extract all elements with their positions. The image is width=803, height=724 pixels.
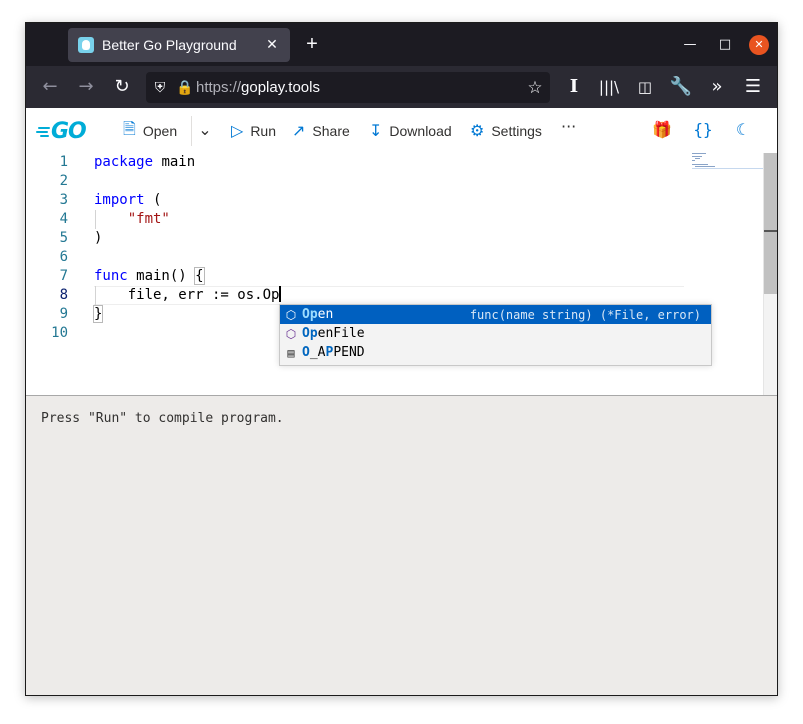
suggest-label: OpenFile [302, 326, 365, 341]
overflow-chevron-icon[interactable]: » [705, 75, 729, 99]
line-number: 1 [59, 154, 68, 170]
back-arrow-icon[interactable]: ← [38, 75, 62, 99]
toolbar-divider [191, 116, 192, 146]
dark-mode-moon-icon[interactable]: ☾ [733, 120, 753, 139]
string-token: "fmt" [127, 211, 170, 227]
open-button[interactable]: 🗎 Open [123, 120, 177, 142]
tab-better-go-playground[interactable]: Better Go Playground ✕ [68, 28, 290, 62]
text-cursor [279, 286, 282, 302]
url-scheme: https:// [196, 79, 242, 96]
line-number: 5 [59, 230, 68, 246]
url-text[interactable]: https://goplay.tools [196, 79, 520, 96]
line-number: 9 [59, 306, 68, 322]
output-panel: Press "Run" to compile program. [26, 395, 777, 695]
tab-title: Better Go Playground [102, 37, 237, 53]
sidebar-icon[interactable]: ◫ [633, 75, 657, 99]
keyword-token: func [94, 268, 128, 284]
maximize-icon[interactable]: □ [715, 35, 735, 55]
minimap[interactable] [692, 153, 764, 173]
share-button[interactable]: ↗ Share [292, 120, 350, 142]
code-token: main() [127, 268, 196, 284]
go-logo[interactable]: GO [36, 118, 87, 144]
code-line-5: ) [94, 230, 103, 246]
constant-icon: ▤ [287, 345, 295, 360]
minimize-icon[interactable]: — [680, 35, 700, 55]
code-line-4: "fmt" [94, 210, 170, 229]
open-label: Open [142, 123, 178, 139]
code-line-9: } [92, 305, 104, 324]
line-number: 3 [59, 192, 68, 208]
nav-bar: ← → ↻ ⛨ 🔒 https://goplay.tools ☆ I |||\ … [26, 66, 777, 108]
download-button[interactable]: ↧ Download [369, 120, 452, 142]
suggest-detail: func(name string) (*File, error) [469, 307, 701, 322]
gear-icon: ⚙ [470, 123, 485, 140]
editor-scrollbar[interactable] [763, 153, 777, 395]
output-message: Press "Run" to compile program. [41, 411, 284, 426]
window-close-icon[interactable]: ✕ [749, 35, 769, 55]
tab-strip: Better Go Playground ✕ + — □ ✕ [26, 23, 777, 66]
download-label: Download [389, 123, 452, 139]
browser-window: Better Go Playground ✕ + — □ ✕ ← → ↻ ⛨ 🔒… [25, 22, 778, 696]
suggest-item-o-append[interactable]: ▤ O_APPEND [280, 343, 711, 362]
url-bar[interactable]: ⛨ 🔒 https://goplay.tools ☆ [146, 72, 550, 103]
forward-arrow-icon[interactable]: → [74, 75, 98, 99]
url-host: goplay.tools [241, 79, 320, 96]
matched-bracket: } [92, 305, 104, 323]
code-token: file, err := os.Op [94, 287, 280, 303]
go-logo-speed-lines-icon [36, 126, 50, 137]
line-number: 4 [59, 211, 68, 227]
play-icon: ▷ [231, 123, 244, 140]
code-line-8: file, err := os.Op [94, 286, 282, 305]
more-options-button[interactable]: ··· [561, 117, 576, 136]
code-line-7: func main() { [94, 267, 205, 286]
suggest-label: O_APPEND [302, 345, 365, 360]
suggest-item-open[interactable]: ⬡ Open func(name string) (*File, error) [280, 305, 711, 324]
open-file-icon: 🗎 [123, 120, 136, 138]
keyword-token: import [94, 192, 145, 208]
lock-icon[interactable]: 🔒 [174, 80, 196, 96]
line-number: 10 [51, 325, 68, 341]
function-cube-icon: ⬡ [285, 307, 297, 322]
scrollbar-cursor-marker [764, 230, 777, 232]
bookmark-star-icon[interactable]: ☆ [520, 78, 550, 98]
matched-bracket: { [194, 267, 205, 285]
code-token: main [153, 154, 196, 170]
gift-icon[interactable]: 🎁 [652, 120, 672, 139]
line-number: 7 [59, 268, 68, 284]
share-icon: ↗ [292, 123, 306, 140]
suggest-item-openfile[interactable]: ⬡ OpenFile [280, 324, 711, 343]
code-token: ( [144, 192, 162, 208]
code-line-3: import ( [94, 191, 161, 210]
settings-label: Settings [491, 123, 542, 139]
tab-close-icon[interactable]: ✕ [264, 37, 280, 53]
autocomplete-suggest-widget[interactable]: ⬡ Open func(name string) (*File, error) … [279, 304, 712, 366]
line-number: 6 [59, 249, 68, 265]
share-label: Share [312, 123, 350, 139]
line-number: 2 [59, 173, 68, 189]
download-icon: ↧ [369, 123, 383, 140]
run-button[interactable]: ▷ Run [231, 120, 276, 142]
format-code-braces-icon[interactable]: {} [693, 120, 713, 139]
open-dropdown-chevron-icon[interactable]: ⌄ [195, 120, 215, 139]
scrollbar-thumb[interactable] [764, 153, 777, 294]
keyword-token: package [94, 154, 154, 170]
playground-toolbar: GO 🗎 Open ⌄ ▷ Run ↗ Share ↧ Download ⚙ S… [26, 108, 777, 153]
reader-mode-icon[interactable]: I [562, 75, 586, 99]
go-logo-text: GO [51, 118, 87, 144]
line-number-active: 8 [59, 287, 68, 303]
library-icon[interactable]: |||\ [597, 75, 621, 99]
wrench-icon[interactable]: 🔧 [669, 75, 693, 99]
settings-button[interactable]: ⚙ Settings [470, 120, 542, 142]
gopher-favicon-icon [78, 37, 94, 53]
reload-icon[interactable]: ↻ [110, 75, 134, 99]
suggest-label: Open [302, 307, 334, 322]
shield-icon[interactable]: ⛨ [146, 80, 174, 96]
new-tab-button[interactable]: + [302, 33, 322, 55]
run-label: Run [250, 123, 276, 139]
hamburger-menu-icon[interactable]: ☰ [741, 75, 765, 99]
code-line-1: package main [94, 153, 195, 172]
function-cube-icon: ⬡ [285, 326, 297, 341]
